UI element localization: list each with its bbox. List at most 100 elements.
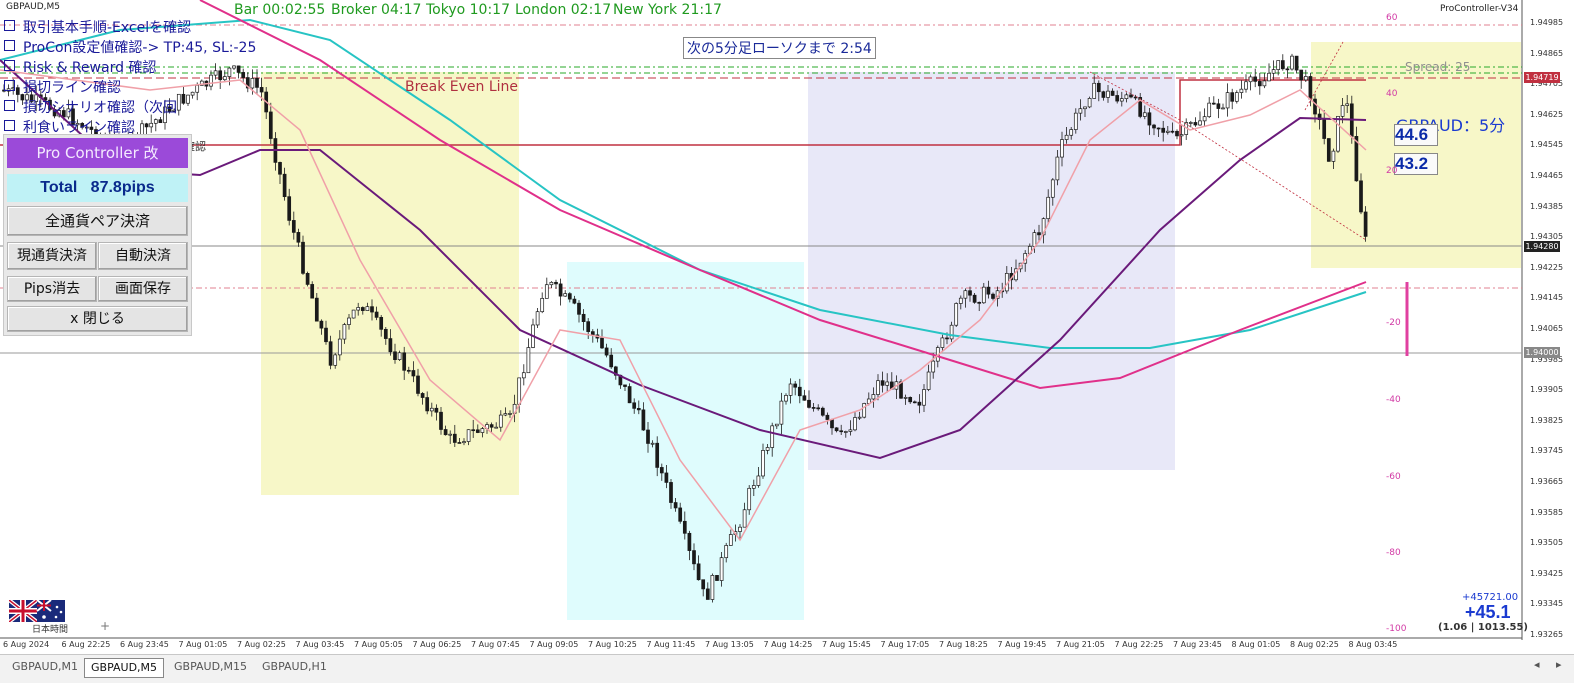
- candle-countdown: 次の5分足ローソクまで 2:54: [683, 37, 876, 59]
- checkbox-icon[interactable]: [4, 20, 15, 31]
- candle: [1257, 72, 1262, 95]
- candle: [862, 402, 867, 419]
- tokyo-time: Tokyo 10:17: [426, 2, 510, 18]
- candle: [1271, 60, 1276, 80]
- candle: [232, 65, 236, 70]
- time-tick: 7 Aug 21:05: [1056, 640, 1105, 649]
- rsi-tick: 40: [1386, 89, 1398, 99]
- jp-time-label: 日本時間: [32, 625, 69, 635]
- scroll-left-icon[interactable]: ◂: [1534, 658, 1540, 671]
- candle: [1267, 63, 1271, 82]
- price-tick: 1.94465: [1530, 171, 1564, 180]
- checklist-item[interactable]: Risk & Reward 確認: [4, 57, 156, 77]
- break-even-label: Break Even Line: [405, 79, 519, 95]
- candle: [351, 309, 356, 319]
- spread-label: Spread: 25: [1405, 60, 1471, 74]
- candle: [176, 93, 181, 116]
- candle: [227, 67, 232, 86]
- candle: [1230, 88, 1235, 110]
- tab-gbpaud-h1[interactable]: GBPAUD,H1: [256, 658, 333, 676]
- time-tick: 7 Aug 17:05: [880, 640, 930, 649]
- price-tick: 1.94305: [1530, 232, 1564, 242]
- price-tick: 1.93425: [1530, 568, 1564, 578]
- tab-gbpaud-m5[interactable]: GBPAUD,M5: [84, 658, 165, 678]
- time-tick: 7 Aug 18:25: [939, 640, 988, 649]
- candle: [1216, 98, 1221, 119]
- time-tick: 7 Aug 01:05: [178, 640, 228, 649]
- value-box: 43.2: [1394, 153, 1438, 175]
- rsi-tick: -100: [1386, 624, 1407, 634]
- candle: [1193, 117, 1198, 127]
- checkbox-icon[interactable]: [4, 40, 15, 51]
- rsi-tick: -80: [1386, 548, 1401, 558]
- price-tick: 1.93665: [1530, 477, 1564, 486]
- rsi-tick: -40: [1386, 395, 1401, 405]
- close-panel-button[interactable]: x 閉じる: [7, 306, 188, 332]
- checkbox-icon[interactable]: [4, 120, 15, 131]
- candle: [554, 279, 558, 289]
- candle: [627, 383, 632, 404]
- price-tick: 1.93905: [1530, 385, 1564, 395]
- time-tick: 7 Aug 10:25: [588, 640, 637, 649]
- total-pips: Total 87.8pips: [7, 174, 188, 202]
- candle: [1336, 115, 1340, 153]
- scroll-right-icon[interactable]: ▸: [1556, 658, 1562, 671]
- time-tick: 7 Aug 13:05: [705, 640, 754, 649]
- checkbox-icon[interactable]: [4, 100, 15, 111]
- time-tick: 7 Aug 23:45: [1173, 640, 1222, 649]
- candle: [1280, 54, 1285, 71]
- price-chart[interactable]: [0, 0, 1574, 654]
- price-tick: 1.93505: [1530, 538, 1564, 548]
- time-tick: 7 Aug 11:45: [646, 640, 696, 649]
- checklist-item[interactable]: 損切シナリオ確認（次回: [4, 97, 177, 117]
- candle: [549, 281, 554, 288]
- rsi-tick: -60: [1386, 472, 1401, 482]
- candle: [1262, 73, 1267, 89]
- candle: [1303, 69, 1308, 83]
- time-tick: 7 Aug 09:05: [529, 640, 579, 649]
- candle: [558, 278, 563, 306]
- time-tick: 7 Aug 03:45: [295, 640, 345, 649]
- price-tick: 1.94385: [1530, 201, 1564, 211]
- tab-gbpaud-m15[interactable]: GBPAUD,M15: [168, 658, 253, 676]
- pro-controller-panel: Pro Controller 改 Total 87.8pips 全通貨ペア決済 …: [3, 134, 192, 336]
- checklist-item[interactable]: ProCon設定値確認-> TP:45, SL:-25: [4, 37, 256, 57]
- candle: [1221, 103, 1225, 110]
- chart-tab-bar: GBPAUD,M1 GBPAUD,M5 GBPAUD,M15 GBPAUD,H1…: [0, 654, 1574, 683]
- candle: [710, 573, 715, 603]
- tab-gbpaud-m1[interactable]: GBPAUD,M1: [6, 658, 84, 676]
- checkbox-icon[interactable]: [4, 80, 15, 91]
- candle: [1244, 74, 1248, 93]
- time-tick: 7 Aug 19:45: [997, 640, 1047, 649]
- rsi-tick: 20: [1386, 166, 1398, 176]
- candle: [1225, 83, 1230, 117]
- gbp-aud-flag-icon: [9, 600, 65, 622]
- candle: [153, 118, 158, 132]
- add-icon[interactable]: +: [100, 619, 110, 633]
- checklist-item[interactable]: 損切ライン確認: [4, 77, 121, 97]
- lot-balance: (1.06 | 1013.55): [1438, 622, 1528, 633]
- candle: [1326, 138, 1331, 162]
- price-tick: 1.94865: [1530, 48, 1564, 58]
- rsi-tick: -20: [1386, 318, 1401, 328]
- candle: [1211, 96, 1216, 105]
- candle: [186, 94, 190, 107]
- close-all-pairs-button[interactable]: 全通貨ペア決済: [7, 206, 188, 236]
- profit-value: +45.1: [1465, 602, 1511, 622]
- save-screen-button[interactable]: 画面保存: [98, 276, 188, 302]
- lower-price-tag: 1.94000: [1524, 347, 1560, 358]
- close-current-pair-button[interactable]: 現通貨決済: [7, 242, 97, 270]
- candle: [954, 302, 959, 328]
- checkbox-icon[interactable]: [4, 60, 15, 71]
- checklist-item[interactable]: 取引基本手順-Excelを確認: [4, 17, 191, 37]
- candle: [204, 80, 209, 91]
- candle: [149, 114, 154, 133]
- price-tick: 1.93745: [1530, 446, 1564, 456]
- broker-time: Broker 04:17: [331, 2, 422, 18]
- auto-close-button[interactable]: 自動決済: [98, 242, 188, 270]
- clear-pips-button[interactable]: Pips消去: [7, 276, 97, 302]
- time-tick: 6 Aug 2024: [3, 640, 50, 649]
- candle: [715, 575, 719, 581]
- price-tick: 1.94545: [1530, 140, 1564, 150]
- time-tick: 6 Aug 23:45: [120, 640, 169, 649]
